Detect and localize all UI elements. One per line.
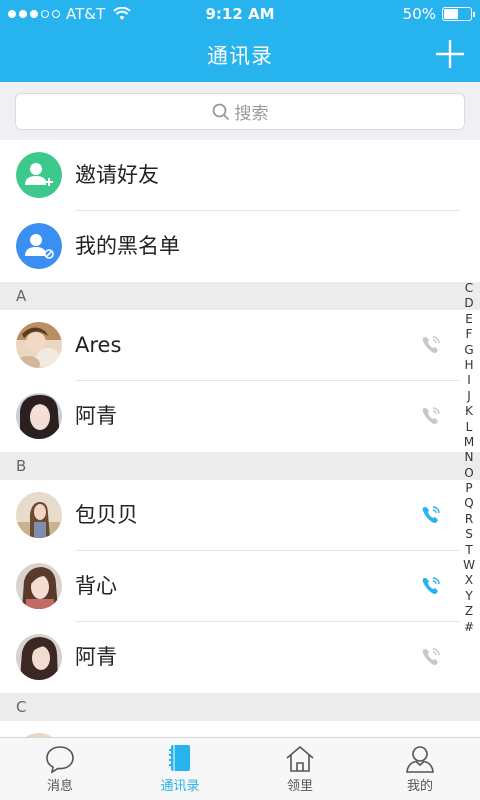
index-letter[interactable]: L [461,420,477,435]
section-header-b: B [0,452,480,480]
tab-messages[interactable]: 消息 [0,738,120,800]
status-right: 50% [402,5,475,23]
battery-fill [444,9,458,19]
index-letter[interactable]: Y [461,589,477,604]
search-icon [212,103,229,120]
phone-icon[interactable] [420,504,442,526]
contact-avatar [16,322,62,368]
alphabet-index[interactable]: C D E F G H I J K L M N O P Q R S T W X … [461,281,477,635]
blacklist-label: 我的黑名单 [75,234,180,258]
index-letter[interactable]: T [461,543,477,558]
index-letter[interactable]: R [461,512,477,527]
index-letter[interactable]: K [461,404,477,419]
phone-icon[interactable] [420,575,442,597]
home-icon [286,745,314,772]
index-letter[interactable]: I [461,373,477,388]
search-area: 搜索 [0,82,480,140]
index-letter[interactable]: H [461,358,477,373]
contact-row[interactable]: 阿青 [0,622,460,693]
section-header-a: A [0,282,480,310]
contact-row[interactable]: 包贝贝 [0,480,460,551]
contact-name: Ares [75,333,122,357]
tab-neighborhood[interactable]: 领里 [240,738,360,800]
contact-avatar [16,634,62,680]
block-user-icon [16,223,62,269]
phone-icon[interactable] [420,405,442,427]
index-letter[interactable]: J [461,389,477,404]
phone-icon[interactable] [420,646,442,668]
index-letter[interactable]: D [461,296,477,311]
invite-friends-row[interactable]: 邀请好友 [0,140,460,211]
contact-row-partial[interactable] [0,721,460,737]
index-letter[interactable]: M [461,435,477,450]
index-letter[interactable]: G [461,343,477,358]
index-letter[interactable]: O [461,466,477,481]
contact-avatar [16,393,62,439]
invite-friends-label: 邀请好友 [75,163,159,187]
index-letter[interactable]: C [461,281,477,296]
phone-icon[interactable] [420,334,442,356]
contact-name: 阿青 [75,645,117,669]
tab-label: 消息 [46,779,73,794]
contacts-book-icon [169,745,190,771]
contact-name: 包贝贝 [75,503,138,527]
contact-row[interactable]: 阿青 [0,381,460,452]
status-bar: AT&T 9:12 AM 50% [0,0,480,28]
tab-bar: 消息 通讯录 领里 我的 [0,737,480,800]
plus-icon[interactable] [434,38,466,70]
tab-label: 通讯录 [160,779,200,794]
contact-name: 背心 [75,574,117,598]
battery-icon [442,7,475,21]
tab-label: 我的 [406,779,433,794]
user-profile-icon [406,746,434,773]
index-letter[interactable]: N [461,450,477,465]
search-input[interactable]: 搜索 [15,93,465,130]
battery-percent: 50% [402,5,436,23]
contact-name: 阿青 [75,404,117,428]
index-letter[interactable]: # [461,620,477,635]
blacklist-row[interactable]: 我的黑名单 [0,211,460,282]
index-letter[interactable]: W [461,558,477,573]
contact-row[interactable]: 背心 [0,551,460,622]
index-letter[interactable]: Q [461,496,477,511]
index-letter[interactable]: Z [461,604,477,619]
index-letter[interactable]: S [461,527,477,542]
add-user-icon [16,152,62,198]
contact-row[interactable]: Ares [0,310,460,381]
index-letter[interactable]: E [461,312,477,327]
tab-profile[interactable]: 我的 [360,738,480,800]
search-placeholder: 搜索 [234,104,269,124]
index-letter[interactable]: F [461,327,477,342]
contact-avatar [16,492,62,538]
app-header: AT&T 9:12 AM 50% 通讯录 [0,0,480,82]
section-header-c: C [0,693,480,721]
contact-avatar [16,563,62,609]
tab-label: 领里 [286,779,313,794]
index-letter[interactable]: P [461,481,477,496]
index-letter[interactable]: X [461,573,477,588]
tab-contacts[interactable]: 通讯录 [120,738,240,800]
chat-bubble-icon [46,746,74,774]
page-title: 通讯录 [207,44,273,68]
